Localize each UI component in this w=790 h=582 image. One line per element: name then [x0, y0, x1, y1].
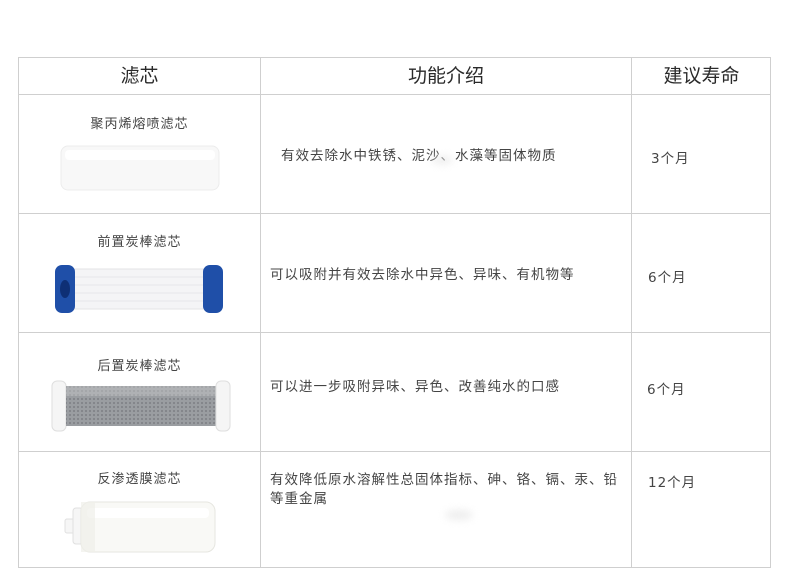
- header-filter: 滤芯: [120, 65, 159, 87]
- pre-carbon-block-cartridge-image: [55, 265, 223, 313]
- row-1-filter-name: 聚丙烯熔喷滤芯: [90, 117, 189, 132]
- filter-comparison-table: 滤芯 功能介绍 建议寿命 聚丙烯熔喷滤芯 有效去除水中铁锈、泥沙、水藻等固体物质…: [18, 57, 771, 568]
- row-2-filter-name: 前置炭棒滤芯: [97, 235, 182, 250]
- row-4-lifespan: 12个月: [648, 475, 697, 491]
- pp-cotton-cartridge-image: [60, 145, 220, 191]
- row-2-function: 可以吸附并有效去除水中异色、异味、有机物等: [270, 267, 575, 283]
- row-divider: [19, 213, 770, 214]
- row-4-function: 有效降低原水溶解性总固体指标、砷、铬、镉、汞、铅等重金属: [270, 472, 618, 507]
- row-2-lifespan: 6个月: [648, 270, 687, 286]
- row-divider: [19, 332, 770, 333]
- row-3-lifespan: 6个月: [647, 382, 686, 398]
- row-3-filter-name: 后置炭棒滤芯: [97, 359, 182, 374]
- row-1-function: 有效去除水中铁锈、泥沙、水藻等固体物质: [281, 148, 557, 164]
- column-divider: [631, 58, 632, 567]
- row-divider: [19, 94, 770, 95]
- row-1-lifespan: 3个月: [651, 151, 690, 167]
- ro-membrane-cartridge-image: [64, 501, 216, 553]
- header-function: 功能介绍: [407, 65, 484, 87]
- row-3-function: 可以进一步吸附异味、异色、改善纯水的口感: [270, 379, 560, 395]
- row-divider: [19, 451, 770, 452]
- row-4-filter-name: 反渗透膜滤芯: [97, 472, 182, 487]
- post-carbon-block-cartridge-image: [51, 380, 231, 432]
- column-divider: [260, 58, 261, 567]
- header-lifespan: 建议寿命: [663, 65, 740, 87]
